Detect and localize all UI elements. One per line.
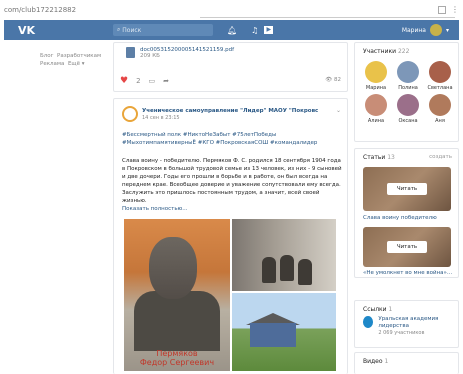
photo-figure	[298, 259, 312, 285]
user-name[interactable]: Марина	[402, 27, 426, 34]
article-caption[interactable]: Слава воину победителю	[363, 215, 437, 221]
member-item[interactable]: Оксана	[393, 94, 423, 124]
comment-icon[interactable]: ▭	[149, 77, 156, 85]
members-title[interactable]: Участники 222	[363, 48, 409, 55]
member-avatar[interactable]	[365, 94, 387, 116]
members-count: 222	[397, 48, 410, 55]
member-item[interactable]: Светлана	[425, 61, 455, 91]
link-title[interactable]: Уральская академия лидерства	[378, 316, 458, 330]
play-icon[interactable]: ▶	[264, 26, 274, 34]
link-ads[interactable]: Реклама	[40, 61, 64, 67]
member-item[interactable]: Марина	[361, 61, 391, 91]
photo-figure	[262, 257, 276, 283]
member-item[interactable]: Алина	[361, 94, 391, 124]
create-article-link[interactable]: создать	[429, 154, 452, 160]
links-block: Ссылки 1 Уральская академия лидерства 2 …	[354, 300, 459, 348]
article-cover[interactable]: Читать	[363, 227, 451, 267]
article-cover[interactable]: Читать	[363, 167, 451, 211]
member-avatar[interactable]	[365, 61, 387, 83]
post-document: doc005315200005141521159.pdf 209 КБ ♥ 2 …	[113, 42, 348, 92]
group-name[interactable]: Ученическое самоуправление "Лидер" МАОУ …	[142, 108, 318, 114]
post-body: Слава воину - победителю. Пермяков Ф. С.…	[122, 158, 342, 204]
chevron-down-icon[interactable]: ▾	[446, 27, 449, 34]
house-wall	[250, 323, 296, 347]
vk-header: VK ⌕ Поиск 🔔︎ ♫ ▶ Марина ▾	[4, 20, 459, 40]
videos-title[interactable]: Видео 1	[363, 358, 388, 365]
link-more[interactable]: Ещё	[68, 61, 80, 67]
more-icon[interactable]: ⌄	[336, 107, 341, 114]
links-count: 1	[388, 306, 393, 313]
link-blog[interactable]: Блог	[40, 53, 54, 59]
document-size: 209 КБ	[140, 53, 160, 59]
photo-figure	[280, 255, 294, 281]
articles-title[interactable]: Статьи 13	[363, 154, 395, 161]
share-icon[interactable]: ➦	[163, 77, 169, 85]
member-name[interactable]: Полина	[398, 85, 418, 91]
music-icon[interactable]: ♫	[251, 26, 258, 35]
links-title[interactable]: Ссылки 1	[363, 306, 392, 313]
footer-links: Блог Разработчикам Реклама Ещё ▾	[40, 53, 102, 67]
member-name[interactable]: Аня	[435, 118, 445, 124]
member-avatar[interactable]	[397, 94, 419, 116]
like-count: 2	[136, 77, 141, 85]
search-placeholder: Поиск	[122, 26, 142, 34]
post-photo-group[interactable]	[232, 219, 336, 291]
members-title-text: Участники	[363, 48, 397, 55]
address-bar[interactable]: com/club172212882 ⋮	[4, 3, 459, 16]
read-button[interactable]: Читать	[387, 183, 427, 195]
caption-surname: Пермяков	[156, 349, 198, 358]
photo-caption: Пермяков Федор Сергеевич	[130, 349, 224, 367]
bell-icon[interactable]: 🔔︎	[227, 26, 237, 35]
post-main: Ученическое самоуправление "Лидер" МАОУ …	[113, 98, 348, 374]
divider	[200, 17, 455, 18]
member-name[interactable]: Алина	[368, 118, 384, 124]
links-title-text: Ссылки	[363, 306, 387, 313]
read-button[interactable]: Читать	[387, 241, 427, 253]
group-avatar[interactable]	[122, 106, 138, 122]
videos-title-text: Видео	[363, 358, 383, 365]
post-date[interactable]: 14 сен в 23:15	[142, 115, 180, 121]
videos-count: 1	[384, 358, 389, 365]
vk-logo[interactable]: VK	[18, 24, 38, 37]
link-icon	[363, 316, 374, 328]
link-subtitle: 2 069 участников	[378, 330, 425, 336]
members-block: Участники 222 Марина Полина Светлана Алина О…	[354, 42, 459, 142]
articles-count: 13	[387, 154, 395, 161]
views-count: 👁︎ 82	[325, 77, 341, 83]
post-photo-house[interactable]	[232, 293, 336, 371]
member-item[interactable]: Аня	[425, 94, 455, 124]
search-input[interactable]: ⌕ Поиск	[113, 24, 213, 36]
member-avatar[interactable]	[397, 61, 419, 83]
member-avatar[interactable]	[429, 94, 451, 116]
document-icon	[126, 47, 135, 58]
member-name[interactable]: Марина	[366, 85, 386, 91]
member-name[interactable]: Оксана	[398, 118, 417, 124]
article-caption[interactable]: «Не умолкнет во мне война»…	[363, 270, 452, 276]
avatar[interactable]	[429, 24, 442, 36]
search-icon: ⌕	[117, 26, 121, 33]
document-attachment[interactable]: doc005315200005141521159.pdf 209 КБ	[126, 47, 234, 59]
caption-name: Федор Сергеевич	[139, 358, 215, 367]
articles-block: Статьи 13 создать Читать Слава воину поб…	[354, 148, 459, 278]
articles-title-text: Статьи	[363, 154, 386, 161]
link-item[interactable]: Уральская академия лидерства 2 069 участ…	[363, 316, 458, 336]
url-text: com/club172212882	[4, 5, 77, 14]
portrait-face	[149, 237, 197, 299]
link-developers[interactable]: Разработчикам	[57, 53, 101, 59]
member-avatar[interactable]	[429, 61, 451, 83]
post-photo-portrait[interactable]: Пермяков Федор Сергеевич	[124, 219, 230, 371]
members-grid: Марина Полина Светлана Алина Оксана Аня	[361, 61, 456, 124]
member-name[interactable]: Светлана	[427, 85, 452, 91]
videos-block: Видео 1	[354, 352, 459, 374]
post-text: Слава воину - победителю. Пермяков Ф. С.…	[122, 157, 344, 213]
portrait-coat	[134, 291, 220, 351]
menu-icon[interactable]: ⋮	[451, 5, 459, 14]
bookmark-icon[interactable]	[438, 5, 446, 14]
views-value: 82	[334, 77, 341, 83]
post-tags[interactable]: #Бессмертный полк #НиктоНеЗабыт #75летПо…	[122, 131, 342, 147]
show-more-link[interactable]: Показать полностью...	[122, 206, 187, 212]
like-icon[interactable]: ♥	[120, 76, 128, 86]
member-item[interactable]: Полина	[393, 61, 423, 91]
